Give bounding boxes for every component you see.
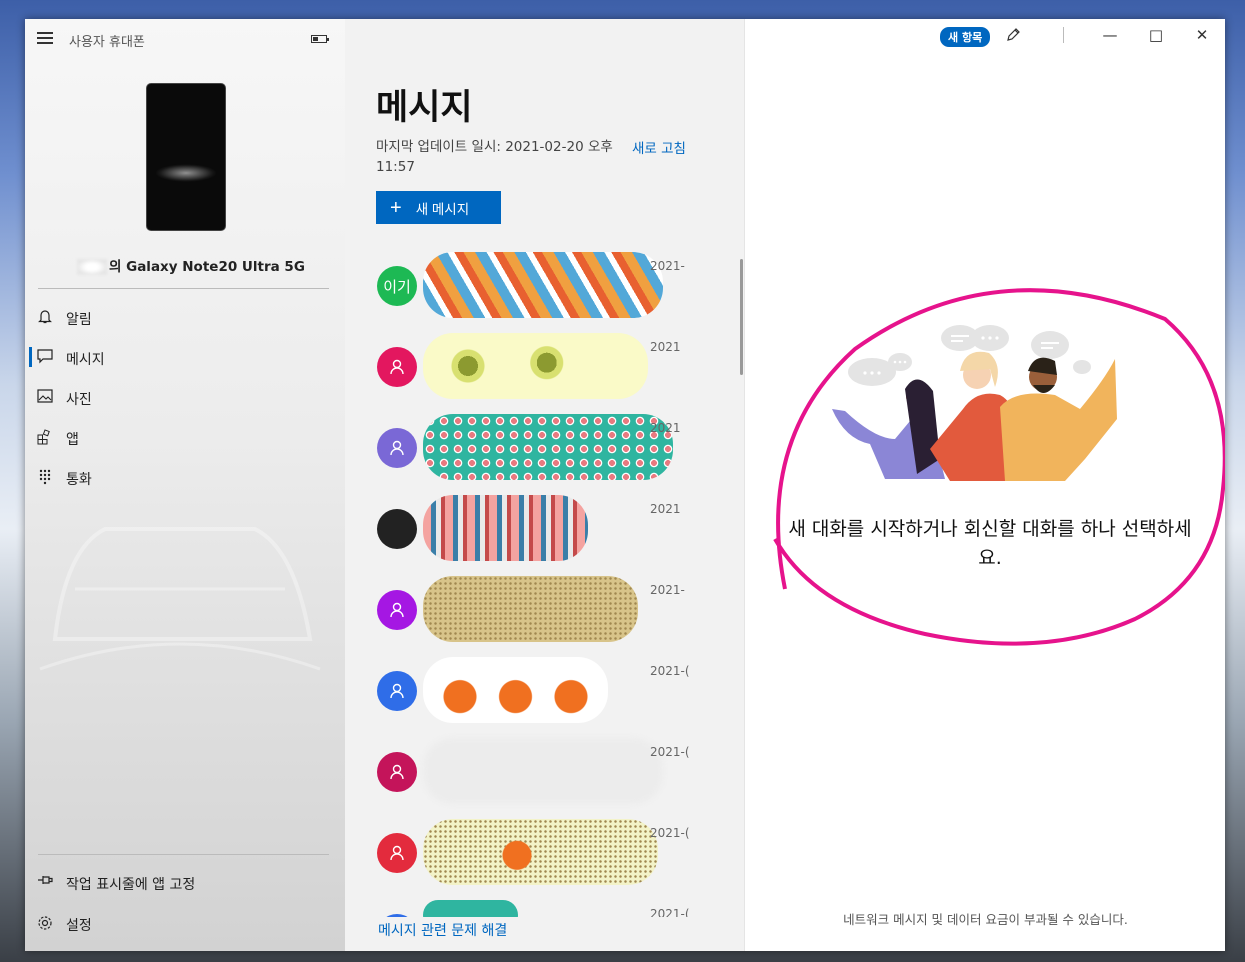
nav-item-calls[interactable]: 통화 — [25, 459, 345, 495]
empty-state-prompt: 새 대화를 시작하거나 회신할 대화를 하나 선택하세요. — [788, 518, 1192, 569]
refresh-link[interactable]: 새로 고침 — [632, 137, 686, 157]
conversation-item[interactable]: 2021- — [345, 571, 725, 652]
apps-icon — [37, 429, 53, 445]
scrollbar[interactable] — [740, 259, 743, 375]
person-icon — [390, 359, 404, 375]
hamburger-menu-icon[interactable] — [37, 32, 53, 44]
nav-item-apps[interactable]: 앱 — [25, 419, 345, 455]
gear-icon — [37, 915, 53, 931]
redacted-preview — [423, 252, 663, 318]
sidebar: 사용자 휴대폰 의 Galaxy Note20 Ultra 5G 알림 메시지 … — [25, 19, 345, 951]
redacted-preview — [423, 900, 518, 917]
divider — [38, 854, 329, 855]
redacted-preview — [423, 495, 588, 561]
conversation-item[interactable]: 2021-( — [345, 733, 725, 814]
conversation-item[interactable]: 2021-( — [345, 652, 725, 733]
conversation-item[interactable]: 이기 2021- — [345, 247, 725, 328]
person-icon — [390, 602, 404, 618]
bell-icon — [37, 309, 53, 325]
nav-item-messages[interactable]: 메시지 — [25, 339, 345, 375]
redacted-preview — [423, 819, 658, 885]
avatar — [377, 914, 417, 917]
person-icon — [390, 683, 404, 699]
pin-icon — [37, 874, 53, 890]
conversation-item[interactable]: 2021 — [345, 409, 725, 490]
avatar — [377, 509, 417, 549]
plus-icon: + — [390, 196, 402, 219]
redacted-name — [77, 259, 107, 275]
avatar — [377, 347, 417, 387]
troubleshoot-link[interactable]: 메시지 관련 문제 해결 — [378, 920, 507, 940]
dialpad-icon — [37, 469, 53, 485]
person-icon — [390, 764, 404, 780]
avatar — [377, 428, 417, 468]
avatar — [377, 590, 417, 630]
phone-image — [146, 83, 226, 231]
conversation-list[interactable]: 이기 2021- 2021 2021 2021 2021- 2021-(202… — [345, 247, 725, 917]
photo-icon — [37, 389, 53, 405]
conversation-item[interactable]: 2021-( — [345, 814, 725, 895]
person-icon — [390, 845, 404, 861]
redacted-preview — [423, 657, 608, 723]
new-message-button[interactable]: + 새 메시지 — [376, 191, 501, 224]
conversation-item[interactable]: 2021 — [345, 328, 725, 409]
nav-item-notifications[interactable]: 알림 — [25, 299, 345, 335]
avatar: 이기 — [377, 266, 417, 306]
avatar — [377, 752, 417, 792]
redacted-preview — [423, 576, 638, 642]
device-name: 의 Galaxy Note20 Ultra 5G — [77, 255, 305, 275]
app-title: 사용자 휴대폰 — [69, 35, 145, 50]
redacted-preview — [423, 738, 663, 804]
conversation-item[interactable]: 2021-( — [345, 895, 725, 917]
pin-to-taskbar-button[interactable]: 작업 표시줄에 앱 고정 — [25, 864, 345, 900]
avatar — [377, 671, 417, 711]
page-title: 메시지 — [376, 88, 473, 128]
avatar — [377, 833, 417, 873]
battery-icon — [311, 35, 329, 43]
fee-notice: 네트워크 메시지 및 데이터 요금이 부과될 수 있습니다. — [843, 912, 1128, 927]
car-background-image — [39, 527, 321, 671]
divider — [38, 288, 329, 289]
redacted-preview — [423, 414, 673, 480]
last-update-text: 마지막 업데이트 일시: 2021-02-20 오후 11:57 — [376, 139, 613, 175]
redacted-preview — [423, 333, 648, 399]
messages-pane: 메시지 마지막 업데이트 일시: 2021-02-20 오후 11:57 새로 … — [345, 19, 744, 951]
app-window: 사용자 휴대폰 의 Galaxy Note20 Ultra 5G 알림 메시지 … — [25, 19, 1225, 951]
settings-button[interactable]: 설정 — [25, 905, 345, 941]
conversation-item[interactable]: 2021 — [345, 490, 725, 571]
message-icon — [37, 349, 53, 365]
person-icon — [390, 440, 404, 456]
nav-item-photos[interactable]: 사진 — [25, 379, 345, 415]
conversation-detail-pane: 새 항목 — □ ✕ 새 대화를 시작하거나 회신할 대화를 하나 선택하세요.… — [744, 19, 1225, 951]
